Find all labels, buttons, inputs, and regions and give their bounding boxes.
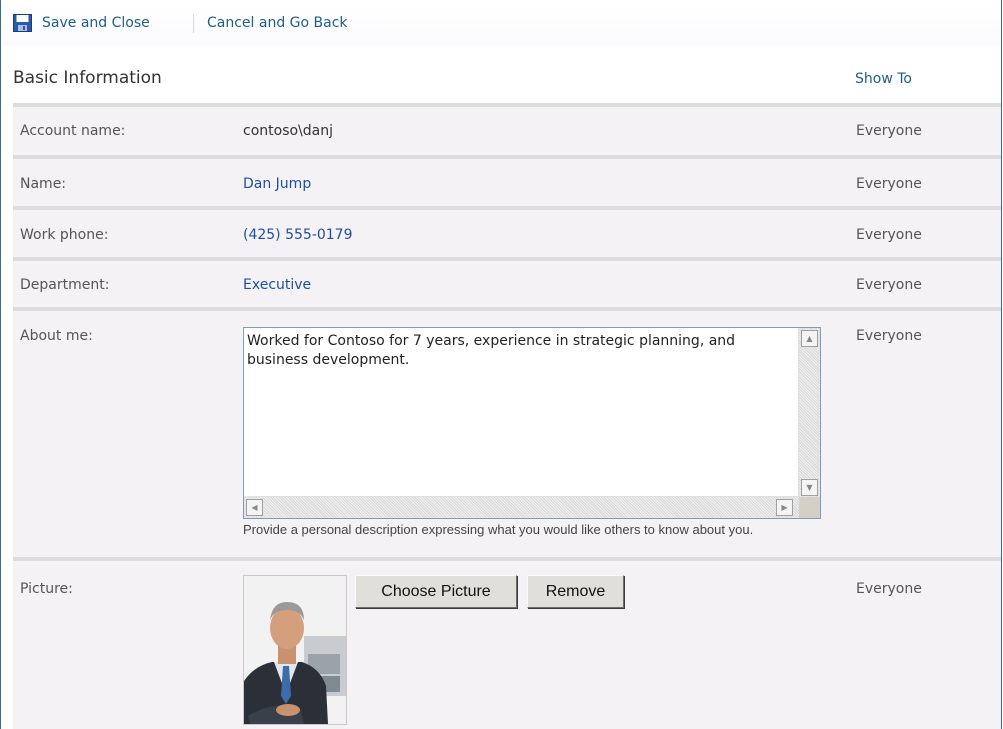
section-header: Basic Information Show To	[13, 56, 1001, 102]
save-and-close-link[interactable]: Save and Close	[42, 15, 150, 31]
horizontal-scrollbar[interactable]: ◀ ▶	[244, 496, 799, 518]
department-value[interactable]: Executive	[243, 277, 311, 293]
name-label: Name:	[20, 176, 67, 192]
profile-photo-image	[244, 576, 346, 724]
picture-show-to: Everyone	[856, 581, 922, 597]
department-show-to: Everyone	[856, 277, 922, 293]
toolbar-separator	[193, 14, 194, 33]
picture-row: Picture: Choose Picture Remove Everyone	[13, 561, 1001, 729]
department-label: Department:	[20, 277, 110, 293]
work-phone-row: Work phone: (425) 555-0179 Everyone	[13, 210, 1001, 257]
account-name-value: contoso\danj	[243, 123, 333, 139]
about-me-textarea[interactable]: Worked for Contoso for 7 years, experien…	[243, 327, 821, 519]
work-phone-value[interactable]: (425) 555-0179	[243, 227, 353, 243]
scroll-up-icon[interactable]: ▲	[801, 330, 818, 347]
scroll-right-icon[interactable]: ▶	[776, 499, 793, 516]
cancel-and-go-back-link[interactable]: Cancel and Go Back	[207, 15, 348, 31]
work-phone-label: Work phone:	[20, 227, 109, 243]
about-me-show-to: Everyone	[856, 328, 922, 344]
account-name-show-to: Everyone	[856, 123, 922, 139]
section-title: Basic Information	[13, 68, 162, 88]
name-value[interactable]: Dan Jump	[243, 176, 311, 192]
profile-photo	[243, 575, 347, 725]
scrollbar-corner	[799, 497, 820, 518]
scroll-left-icon[interactable]: ◀	[246, 499, 263, 516]
remove-picture-button[interactable]: Remove	[527, 575, 624, 608]
account-name-row: Account name: contoso\danj Everyone	[13, 107, 1001, 155]
profile-edit-page: Save and Close Cancel and Go Back Basic …	[0, 0, 1002, 729]
work-phone-show-to: Everyone	[856, 227, 922, 243]
choose-picture-button[interactable]: Choose Picture	[355, 575, 517, 608]
about-me-hint: Provide a personal description expressin…	[243, 522, 754, 537]
about-me-text[interactable]: Worked for Contoso for 7 years, experien…	[247, 332, 787, 370]
show-to-header: Show To	[855, 71, 912, 87]
account-name-label: Account name:	[20, 123, 126, 139]
picture-label: Picture:	[20, 581, 73, 597]
scroll-down-icon[interactable]: ▼	[801, 479, 818, 496]
about-me-row: About me: Worked for Contoso for 7 years…	[13, 311, 1001, 557]
vertical-scrollbar[interactable]: ▲ ▼	[798, 328, 820, 498]
department-row: Department: Executive Everyone	[13, 261, 1001, 307]
toolbar: Save and Close Cancel and Go Back	[2, 0, 1000, 46]
name-row: Name: Dan Jump Everyone	[13, 159, 1001, 206]
floppy-disk-icon[interactable]	[13, 14, 32, 32]
about-me-label: About me:	[20, 328, 93, 344]
name-show-to: Everyone	[856, 176, 922, 192]
